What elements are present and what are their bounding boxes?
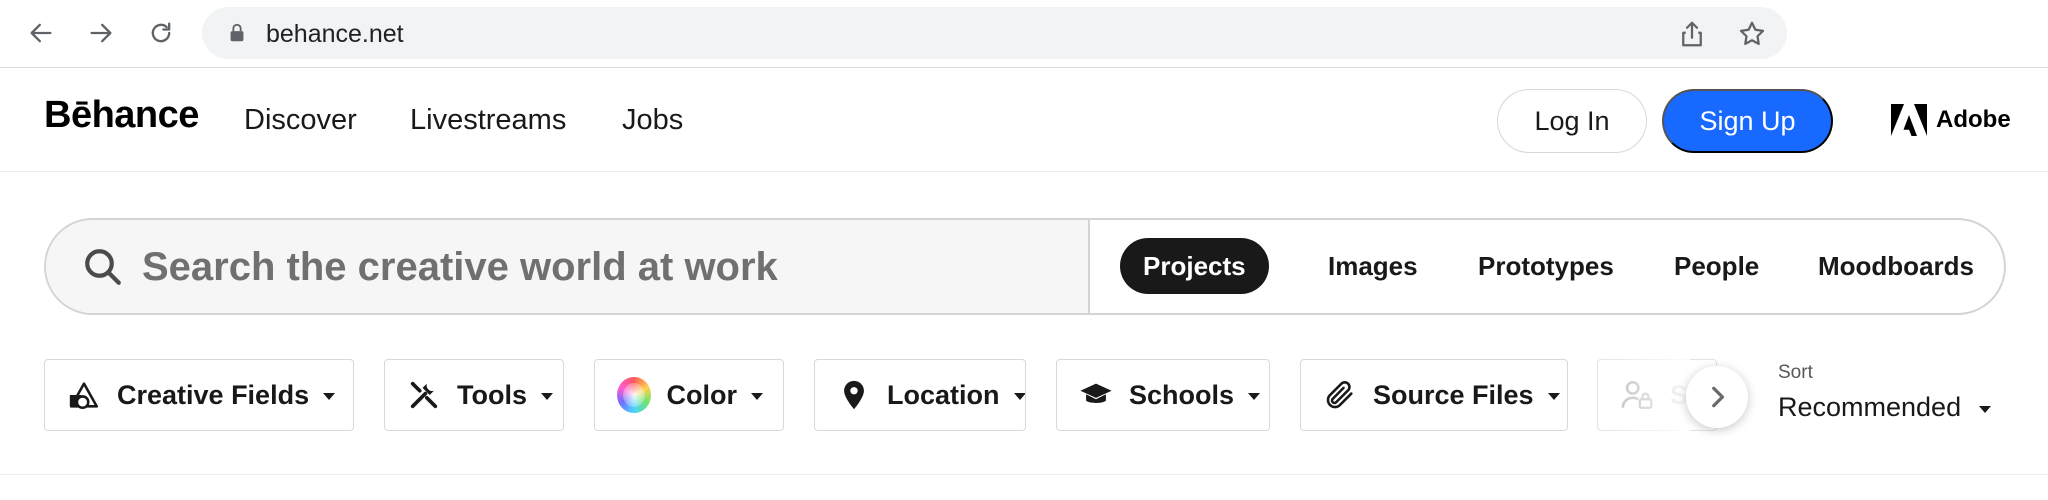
tab-moodboards[interactable]: Moodboards — [1795, 238, 1997, 294]
behance-logo[interactable]: Bēhance — [44, 94, 199, 137]
filter-creative-fields[interactable]: Creative Fields — [44, 359, 354, 431]
chevron-right-icon — [1712, 386, 1725, 408]
chevron-down-icon — [1979, 406, 1992, 413]
adobe-label[interactable]: Adobe — [1936, 106, 2011, 134]
filter-fade-overlay — [1600, 355, 1690, 435]
chevron-down-icon — [1013, 392, 1025, 400]
filter-label: Creative Fields — [117, 379, 310, 410]
filter-schools[interactable]: Schools — [1056, 359, 1270, 431]
filter-label: Color — [666, 379, 738, 410]
sort-label: Sort — [1778, 362, 1813, 383]
chevron-down-icon — [751, 392, 763, 400]
search-field-area[interactable] — [46, 220, 1090, 313]
filter-color[interactable]: Color — [594, 359, 784, 431]
search-icon — [85, 249, 121, 285]
signup-button[interactable]: Sign Up — [1662, 89, 1833, 153]
filter-location[interactable]: Location — [814, 359, 1026, 431]
reload-button[interactable] — [142, 14, 180, 52]
back-arrow-icon — [30, 23, 52, 43]
chevron-down-icon — [323, 392, 336, 400]
back-button[interactable] — [22, 14, 60, 52]
adobe-logo-icon[interactable] — [1891, 104, 1927, 136]
nav-livestreams[interactable]: Livestreams — [410, 104, 566, 137]
browser-toolbar: behance.net — [0, 0, 2048, 68]
nav-discover[interactable]: Discover — [244, 104, 357, 137]
location-pin-icon — [844, 380, 864, 410]
chevron-down-icon — [1248, 392, 1261, 400]
filter-label: Schools — [1129, 379, 1235, 410]
filter-label: Tools — [457, 379, 527, 410]
tab-prototypes[interactable]: Prototypes — [1455, 238, 1637, 294]
site-header: Bēhance Discover Livestreams Jobs Log In… — [0, 68, 2048, 172]
paperclip-icon — [1326, 381, 1353, 409]
forward-arrow-icon — [90, 23, 112, 43]
lock-icon — [230, 23, 244, 42]
creative-fields-icon — [69, 382, 99, 410]
address-url[interactable]: behance.net — [266, 20, 404, 49]
tab-projects[interactable]: Projects — [1120, 238, 1269, 294]
filter-tools[interactable]: Tools — [384, 359, 564, 431]
color-wheel-icon — [617, 377, 651, 413]
sort-value: Recommended — [1778, 392, 1962, 422]
sort-dropdown[interactable]: Recommended — [1778, 392, 1992, 423]
reload-icon — [151, 22, 171, 43]
bookmark-star-icon[interactable] — [1737, 19, 1767, 49]
tab-images[interactable]: Images — [1305, 238, 1441, 294]
tools-icon — [410, 381, 438, 409]
graduation-cap-icon — [1080, 383, 1112, 404]
chevron-down-icon — [541, 392, 553, 400]
filter-label: Source Files — [1373, 379, 1534, 410]
forward-button[interactable] — [82, 14, 120, 52]
chevron-down-icon — [1547, 392, 1560, 400]
address-bar[interactable]: behance.net — [202, 7, 1787, 59]
tab-people[interactable]: People — [1651, 238, 1782, 294]
search-bar: Projects Images Prototypes People Moodbo… — [44, 218, 2006, 315]
share-icon[interactable] — [1677, 19, 1707, 49]
nav-jobs[interactable]: Jobs — [622, 104, 683, 137]
scroll-filters-right-button[interactable] — [1686, 366, 1748, 428]
search-input[interactable] — [142, 238, 1062, 296]
filter-label: Location — [887, 379, 1000, 410]
login-button[interactable]: Log In — [1497, 89, 1647, 153]
divider — [0, 474, 2048, 475]
filter-source-files[interactable]: Source Files — [1300, 359, 1568, 431]
